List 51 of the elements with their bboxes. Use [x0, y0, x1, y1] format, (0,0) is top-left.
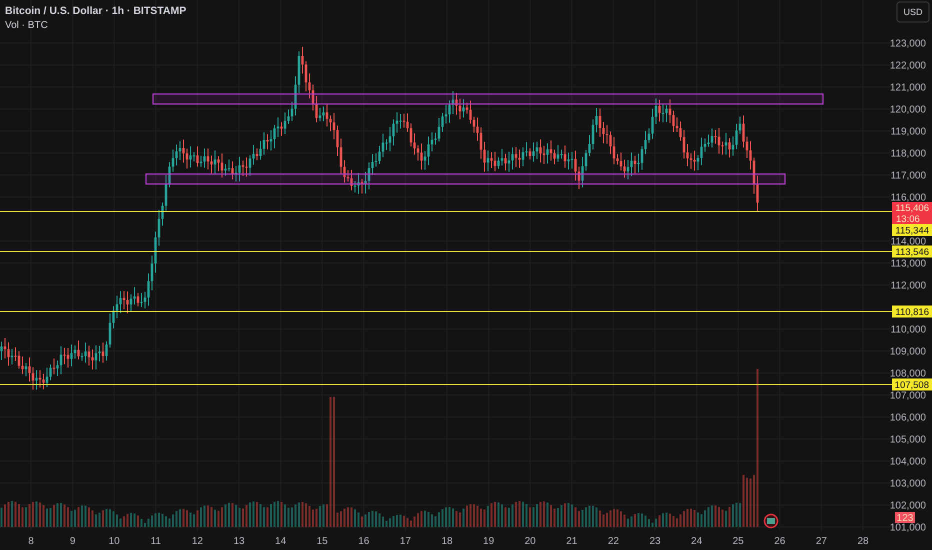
time-axis-label: 27 — [816, 536, 827, 547]
price-axis-label: 123,000 — [890, 38, 926, 50]
currency-button[interactable]: USD — [896, 2, 930, 22]
time-axis-label: 15 — [316, 536, 328, 547]
time-axis-label: 25 — [732, 536, 744, 547]
time-axis-label: 22 — [608, 536, 619, 547]
time-axis-label: 17 — [400, 536, 411, 547]
time-axis-label: 18 — [441, 536, 453, 547]
price-axis-label: 113,000 — [890, 258, 926, 270]
time-axis-label: 13 — [233, 536, 245, 547]
time-axis-label: 23 — [649, 536, 661, 547]
price-axis-label: 120,000 — [890, 104, 926, 116]
price-axis-label: 105,000 — [890, 434, 926, 446]
time-axis-label: 20 — [524, 536, 536, 547]
price-axis-label: 116,000 — [890, 192, 926, 204]
price-axis-label: 119,000 — [890, 126, 926, 138]
price-axis-label: 110,000 — [890, 324, 926, 336]
price-axis-label: 108,000 — [890, 368, 926, 380]
time-axis-label: 19 — [483, 536, 494, 547]
price-axis-label: 114,000 — [890, 236, 926, 248]
time-axis-label: 11 — [150, 536, 161, 547]
price-axis-label: 107,000 — [890, 390, 926, 402]
last-price-tag: 115,406 13:06 — [892, 202, 932, 225]
price-axis-label: 106,000 — [890, 412, 926, 424]
time-axis-label: 24 — [691, 536, 702, 547]
level-price-tag: 113,546 — [892, 246, 932, 258]
price-axis-label: 118,000 — [890, 148, 926, 160]
time-axis-label: 26 — [774, 536, 786, 547]
time-axis-label: 16 — [358, 536, 370, 547]
time-axis-label: 14 — [275, 536, 286, 547]
volume-tag: 123 — [895, 512, 915, 524]
price-axis-label: 103,000 — [890, 478, 926, 490]
price-axis-label: 109,000 — [890, 346, 926, 358]
time-axis-label: 28 — [857, 536, 869, 547]
price-axis-label: 102,000 — [890, 500, 926, 512]
time-axis-label: 12 — [192, 536, 203, 547]
price-axis-label: 104,000 — [890, 456, 926, 468]
time-axis-label: 9 — [70, 536, 76, 547]
price-axis-label: 121,000 — [890, 82, 926, 94]
price-axis-label: 117,000 — [890, 170, 926, 182]
time-axis-label: 8 — [28, 536, 34, 547]
time-axis-label: 10 — [108, 536, 120, 547]
level-price-tag: 115,344 — [892, 224, 932, 236]
level-price-tag: 107,508 — [892, 378, 932, 391]
chart-title: Bitcoin / U.S. Dollar · 1h · BITSTAMP — [5, 5, 186, 17]
price-axis-label: 101,000 — [890, 522, 926, 534]
price-axis-label: 122,000 — [890, 60, 926, 72]
level-price-tag: 110,816 — [892, 306, 932, 318]
price-axis-label: 112,000 — [890, 280, 926, 292]
volume-indicator-label: Vol · BTC — [5, 20, 48, 31]
time-axis-label: 21 — [566, 536, 578, 547]
